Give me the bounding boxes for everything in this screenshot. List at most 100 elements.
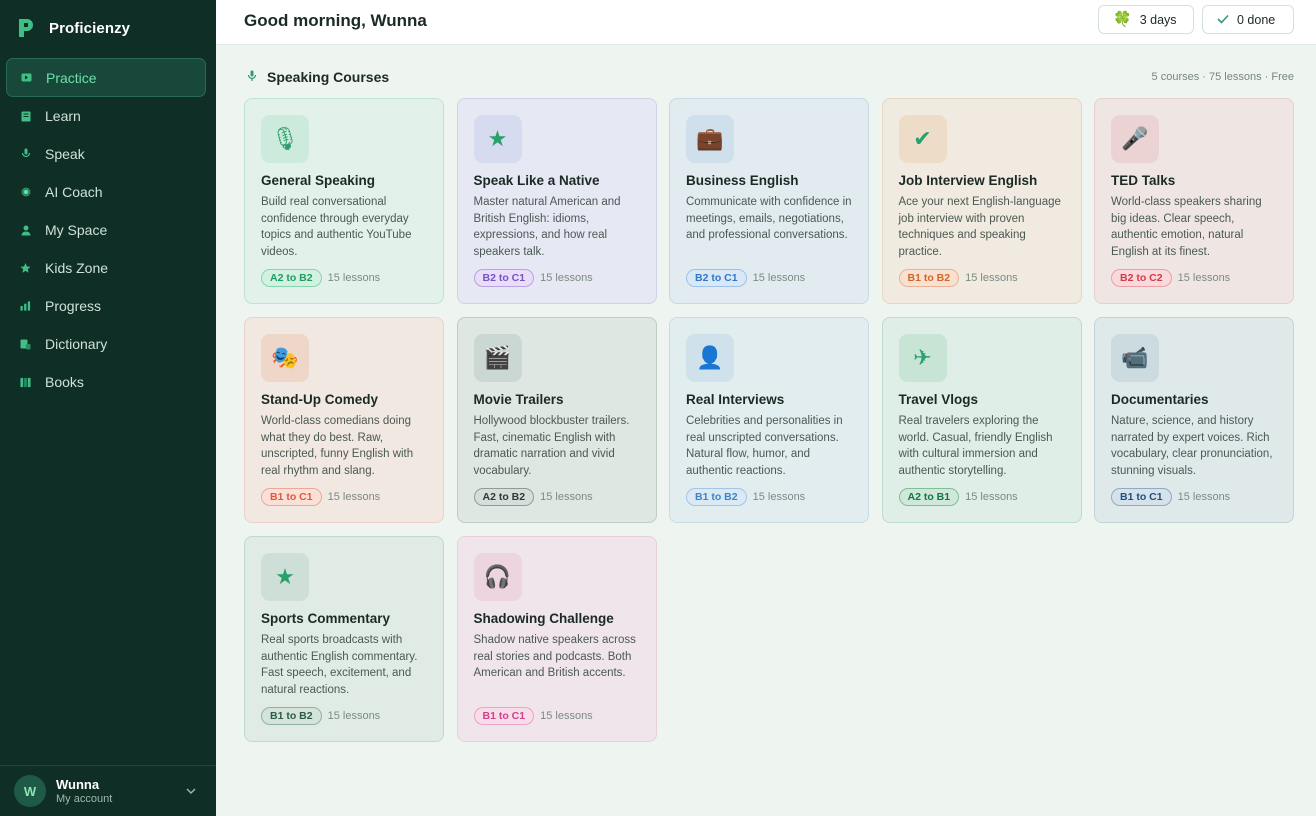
course-card-shadowing-challenge[interactable]: 🎧 Shadowing Challenge Shadow native speake… [456, 536, 657, 742]
sidebar-item-label: AI Coach [45, 184, 103, 200]
avatar: W [14, 775, 46, 807]
lesson-count: 15 lessons [1177, 272, 1231, 284]
level-badge: A2 to B1 [898, 488, 960, 506]
lesson-count: 15 lessons [965, 272, 1018, 284]
sidebar-item-speak[interactable]: Speak [6, 135, 206, 173]
level-badge: B2 to C1 [686, 269, 747, 287]
course-card-speak-like-a-native[interactable]: ★ Speak Like a Native Master natural Ameri… [456, 98, 657, 304]
course-card-ted-talks[interactable]: 🎤 TED Talks World-class speakers sharing b… [1094, 98, 1294, 304]
course-footer: A2 to B2 15 lessons [473, 488, 593, 506]
course-footer: B2 to C1 15 lessons [473, 269, 593, 287]
level-badge: B1 to B2 [898, 269, 960, 287]
streak-button[interactable]: 🍀 3 days [1098, 5, 1194, 34]
account-menu[interactable]: W Wunna My account [0, 765, 216, 816]
sidebar-item-label: Practice [46, 69, 97, 86]
chevron-down-icon[interactable] [186, 786, 196, 797]
course-card-sports-commentary[interactable]: ★ Sports Commentary Real sports broadcasts… [244, 536, 444, 742]
video-icon [21, 72, 32, 83]
coach-icon [20, 187, 31, 198]
sidebar-item-my-space[interactable]: My Space [6, 211, 206, 249]
dictionary-icon [20, 339, 31, 350]
course-title: Business English [686, 173, 799, 188]
course-card-business-english[interactable]: 💼 Business English Communicate with confid… [669, 98, 869, 304]
course-title: Stand-Up Comedy [261, 392, 379, 407]
lesson-count: 15 lessons [752, 491, 806, 503]
course-card-travel-vlogs[interactable]: ✈ Travel Vlogs Real travelers exploring th… [881, 317, 1082, 523]
top-header: Good morning, Wunna 🍀 3 days 0 done [216, 0, 1316, 45]
star-icon [20, 262, 31, 274]
sidebar-item-label: Learn [45, 108, 81, 124]
book-icon [20, 111, 31, 122]
course-card-movie-trailers[interactable]: 🎬 Movie Trailers Hollywood blockbuster tra… [456, 317, 657, 523]
course-card-stand-up-comedy[interactable]: 🎭 Stand-Up Comedy World-class comedians do… [244, 317, 444, 523]
course-description: Ace your next English-language job inter… [898, 196, 1061, 258]
brand[interactable]: Proficienzy [17, 17, 130, 39]
sidebar-item-label: Dictionary [45, 336, 108, 352]
clapperboard-icon: 🎬 [473, 334, 522, 382]
brand-name: Proficienzy [49, 19, 131, 37]
course-title: TED Talks [1111, 173, 1176, 188]
course-title: General Speaking [261, 173, 376, 188]
brand-logo-icon [17, 17, 35, 39]
sidebar-item-label: Books [45, 374, 84, 390]
airplane-icon: ✈ [898, 334, 947, 382]
user-name: Wunna [56, 777, 100, 792]
course-card-general-speaking[interactable]: 🎙 General Speaking Build real conversation… [244, 98, 444, 304]
level-badge: B1 to B2 [686, 488, 747, 506]
course-description: Build real conversational confidence thr… [261, 196, 412, 258]
user-subtitle: My account [56, 793, 113, 805]
headphones-icon: 🎧 [473, 553, 522, 601]
course-footer: B2 to C2 15 lessons [1111, 269, 1230, 287]
course-description: Real sports broadcasts with authentic En… [261, 634, 418, 696]
section-title: Speaking Courses [267, 69, 390, 85]
user-icon [20, 225, 31, 236]
microphone-icon: 🎙 [261, 115, 309, 163]
course-footer: B1 to B2 15 lessons [261, 707, 380, 725]
comedy-masks-icon: 🎭 [261, 334, 309, 382]
course-grid: 🎙 General Speaking Build real conversation… [244, 98, 1294, 742]
clover-icon: 🍀 [1113, 11, 1132, 28]
lesson-count: 15 lessons [752, 272, 806, 284]
briefcase-icon: 💼 [686, 115, 734, 163]
lesson-count: 15 lessons [327, 272, 381, 284]
sidebar: Proficienzy Practice Learn Speak AI Coach My… [0, 0, 216, 816]
course-footer: B1 to C1 15 lessons [261, 488, 380, 506]
trophy-star-icon: ★ [261, 553, 309, 601]
lesson-count: 15 lessons [327, 491, 381, 503]
done-button[interactable]: 0 done [1202, 5, 1294, 34]
course-card-real-interviews[interactable]: 👤 Real Interviews Celebrities and personal… [669, 317, 869, 523]
star-icon: ★ [473, 115, 522, 163]
level-badge: B1 to B2 [261, 707, 322, 725]
sidebar-item-dictionary[interactable]: Dictionary [6, 325, 206, 363]
course-footer: B1 to B2 15 lessons [686, 488, 805, 506]
greeting: Good morning, Wunna [244, 11, 427, 30]
sidebar-item-label: Progress [45, 298, 102, 314]
course-footer: B2 to C1 15 lessons [686, 269, 805, 287]
lesson-count: 15 lessons [965, 491, 1018, 503]
course-title: Sports Commentary [261, 611, 391, 626]
sidebar-item-label: Kids Zone [45, 260, 109, 276]
course-card-job-interview-english[interactable]: ✔ Job Interview English Ace your next Engl… [881, 98, 1082, 304]
mic-icon [247, 70, 257, 85]
sidebar-nav: Practice Learn Speak AI Coach My Space Kids Z… [6, 58, 206, 401]
course-footer: B1 to C1 15 lessons [473, 707, 593, 725]
sidebar-item-progress[interactable]: Progress [6, 287, 206, 325]
done-label: 0 done [1237, 12, 1276, 27]
level-badge: B2 to C2 [1111, 269, 1172, 287]
sidebar-item-practice[interactable]: Practice [6, 58, 206, 97]
course-title: Speak Like a Native [473, 173, 600, 188]
course-card-documentaries[interactable]: 📹 Documentaries Nature, science, and histo… [1094, 317, 1294, 523]
course-description: Communicate with confidence in meetings,… [686, 196, 852, 241]
course-title: Real Interviews [686, 392, 785, 407]
sidebar-item-learn[interactable]: Learn [6, 97, 206, 135]
section-meta: 5 courses · 75 lessons · Free [1151, 71, 1294, 83]
course-footer: B1 to B2 15 lessons [898, 269, 1018, 287]
interview-person-icon: 👤 [686, 334, 734, 382]
course-title: Travel Vlogs [898, 392, 979, 407]
course-description: World-class speakers sharing big ideas. … [1111, 196, 1262, 258]
sidebar-item-books[interactable]: Books [6, 363, 206, 401]
lesson-count: 15 lessons [327, 710, 381, 722]
lesson-count: 15 lessons [540, 710, 593, 722]
sidebar-item-ai-coach[interactable]: AI Coach [6, 173, 206, 211]
sidebar-item-kids-zone[interactable]: Kids Zone [6, 249, 206, 287]
